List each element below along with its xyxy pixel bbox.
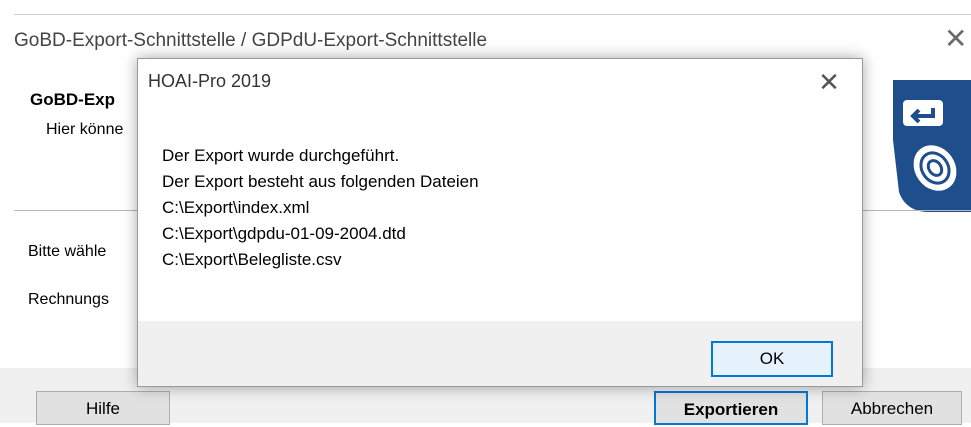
wizard-heading: GoBD-Exp: [30, 90, 115, 109]
ok-button[interactable]: OK: [711, 341, 833, 377]
message-dialog: HOAI-Pro 2019 ✕ Der Export wurde durchge…: [137, 58, 863, 387]
window-title: GoBD-Export-Schnittstelle / GDPdU-Export…: [14, 30, 488, 51]
window-close-icon[interactable]: ✕: [944, 25, 967, 53]
dialog-title: HOAI-Pro 2019: [148, 71, 272, 91]
titlebar-divider: [14, 14, 971, 15]
invoice-field-label: Rechnungs: [28, 291, 109, 308]
file-path-line: C:\Export\index.xml: [162, 198, 310, 217]
selection-prompt: Bitte wähle: [28, 243, 107, 260]
cancel-button[interactable]: Abbrechen: [822, 391, 962, 425]
dialog-message: Der Export wurde durchgeführt. Der Expor…: [162, 143, 479, 273]
message-line: Der Export besteht aus folgenden Dateien: [162, 172, 479, 191]
wizard-description: Hier könne: [46, 121, 124, 138]
message-line: Der Export wurde durchgeführt.: [162, 146, 400, 165]
export-button[interactable]: Exportieren: [654, 391, 808, 425]
dialog-close-icon[interactable]: ✕: [814, 69, 844, 99]
keyboard-enter-hand-icon: [893, 80, 971, 212]
file-path-line: C:\Export\Belegliste.csv: [162, 250, 342, 269]
file-path-line: C:\Export\gdpdu-01-09-2004.dtd: [162, 224, 406, 243]
help-button[interactable]: Hilfe: [36, 391, 170, 425]
